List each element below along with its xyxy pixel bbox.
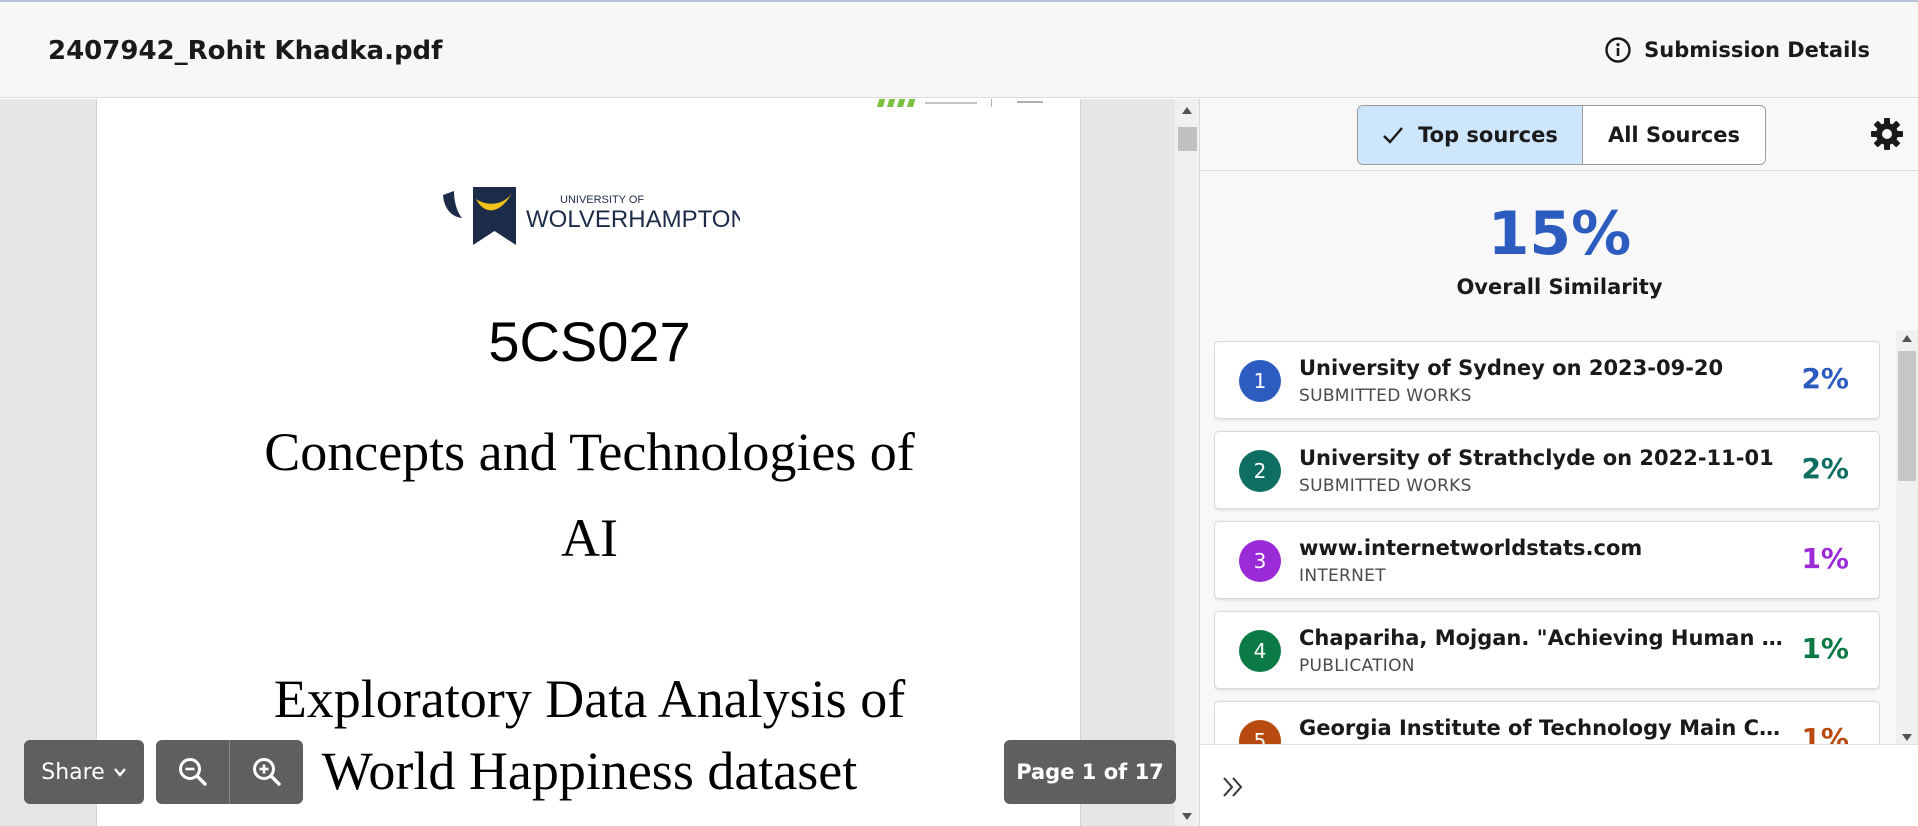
source-percent: 2% <box>1801 362 1849 395</box>
source-type: PUBLICATION <box>1299 656 1415 676</box>
module-title-line2: AI <box>561 508 618 568</box>
module-code: 5CS027 <box>488 310 691 373</box>
gear-icon[interactable] <box>1870 117 1904 151</box>
source-card[interactable]: 4 Chapariha, Mojgan. "Achieving Human an… <box>1214 611 1880 689</box>
tab-all-sources[interactable]: All Sources <box>1582 106 1765 164</box>
tab-top-sources[interactable]: Top sources <box>1358 106 1582 164</box>
source-rank-badge: 2 <box>1239 450 1281 492</box>
scroll-down-arrow-icon[interactable] <box>1182 813 1192 820</box>
source-percent: 1% <box>1801 722 1849 744</box>
source-rank-badge: 1 <box>1239 360 1281 402</box>
module-title-line1: Concepts and Technologies of <box>264 422 915 482</box>
logo-line1: UNIVERSITY OF <box>560 194 644 206</box>
document-viewer[interactable]: UNIVERSITY OF WOLVERHAMPTON 5CS027 Conce… <box>0 99 1175 826</box>
scroll-down-arrow-icon[interactable] <box>1902 734 1912 741</box>
zoom-controls <box>156 740 303 804</box>
source-rank-badge: 4 <box>1239 630 1281 672</box>
share-label: Share <box>41 759 105 785</box>
report-title-line2: World Happiness dataset <box>321 741 858 801</box>
source-type: SUBMITTED WORKS <box>1299 476 1472 496</box>
panel-toolbar: Top sources All Sources <box>1200 99 1918 171</box>
top-bar: 2407942_Rohit Khadka.pdf Submission Deta… <box>0 0 1918 98</box>
share-button[interactable]: Share <box>24 740 144 804</box>
source-title: University of Sydney on 2023-09-20 <box>1299 356 1724 380</box>
source-card[interactable]: 5 Georgia Institute of Technology Main C… <box>1214 701 1880 744</box>
source-title: www.internetworldstats.com <box>1299 536 1643 560</box>
tab-top-sources-label: Top sources <box>1418 123 1558 147</box>
zoom-in-icon <box>252 758 281 786</box>
logo-line2: WOLVERHAMPTON <box>526 206 740 233</box>
zoom-out-button[interactable] <box>156 740 229 804</box>
source-percent: 1% <box>1801 542 1849 575</box>
university-logo: UNIVERSITY OF WOLVERHAMPTON <box>443 187 740 245</box>
submission-details-button[interactable]: Submission Details <box>1604 36 1870 64</box>
info-circle-icon <box>1605 37 1631 63</box>
source-card[interactable]: 1 University of Sydney on 2023-09-20 SUB… <box>1214 341 1880 419</box>
zoom-in-button[interactable] <box>230 740 303 804</box>
source-card[interactable]: 3 www.internetworldstats.com INTERNET 1% <box>1214 521 1880 599</box>
viewer-scrollbar-thumb[interactable] <box>1178 127 1197 151</box>
source-type: SUBMITTED WORKS <box>1299 386 1472 406</box>
source-filter-toggle: Top sources All Sources <box>1357 105 1766 165</box>
report-title: Exploratory Data Analysis of World Happi… <box>207 663 972 807</box>
check-icon <box>1383 127 1404 144</box>
pdf-page: UNIVERSITY OF WOLVERHAMPTON 5CS027 Conce… <box>96 99 1081 826</box>
source-percent: 2% <box>1801 452 1849 485</box>
overall-similarity-score: 15% <box>1487 199 1632 269</box>
source-rank-badge: 5 <box>1239 720 1281 744</box>
source-type: INTERNET <box>1299 566 1386 586</box>
panel-footer <box>1200 744 1918 826</box>
document-title: 2407942_Rohit Khadka.pdf <box>48 36 443 66</box>
source-title: Chapariha, Mojgan. "Achieving Human and … <box>1299 626 1789 650</box>
scroll-up-arrow-icon[interactable] <box>1902 335 1912 342</box>
similarity-panel: Top sources All Sources 15% Overall Simi… <box>1199 99 1918 826</box>
report-title-line1: Exploratory Data Analysis of <box>273 669 906 729</box>
scroll-up-arrow-icon[interactable] <box>1182 107 1192 114</box>
sources-scrollbar[interactable] <box>1896 331 1918 745</box>
source-card[interactable]: 2 University of Strathclyde on 2022-11-0… <box>1214 431 1880 509</box>
overall-similarity-label: Overall Similarity <box>1456 275 1663 299</box>
source-percent: 1% <box>1801 632 1849 665</box>
zoom-out-icon <box>178 758 207 786</box>
page-indicator: Page 1 of 17 <box>1004 740 1176 804</box>
chevron-down-icon <box>113 768 126 777</box>
submission-details-label: Submission Details <box>1644 38 1870 62</box>
college-logo <box>877 99 1043 107</box>
module-title: Concepts and Technologies of AI <box>207 409 972 581</box>
sources-list: 1 University of Sydney on 2023-09-20 SUB… <box>1214 341 1880 744</box>
source-rank-badge: 3 <box>1239 540 1281 582</box>
double-chevron-right-icon[interactable] <box>1220 773 1248 801</box>
source-title: University of Strathclyde on 2022-11-01 <box>1299 446 1774 470</box>
viewer-scrollbar[interactable] <box>1175 99 1199 826</box>
tab-all-sources-label: All Sources <box>1607 123 1740 147</box>
sources-scrollbar-thumb[interactable] <box>1898 351 1916 481</box>
source-title: Georgia Institute of Technology Main Cam… <box>1299 716 1789 740</box>
